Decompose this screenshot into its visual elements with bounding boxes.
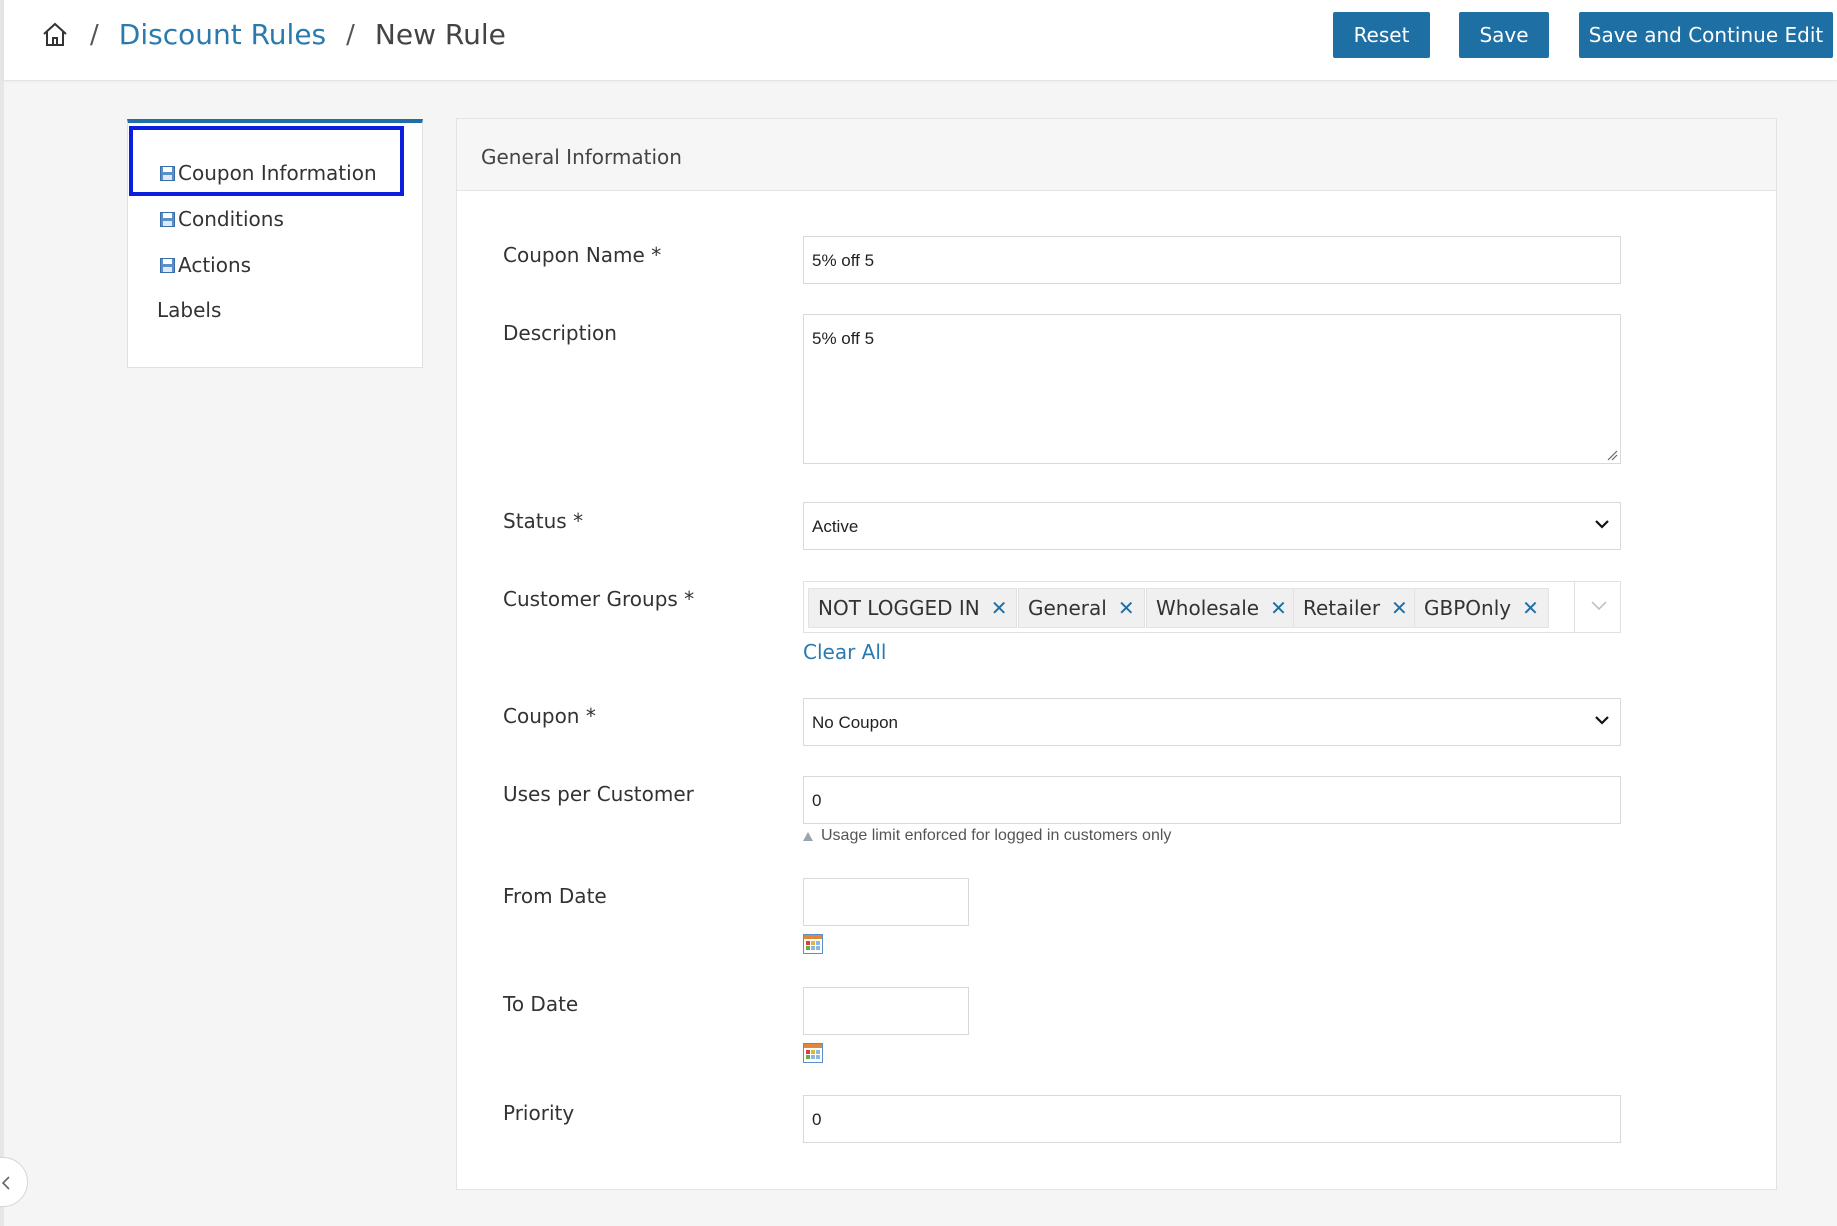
breadcrumb-discount-rules-link[interactable]: Discount Rules (119, 18, 326, 51)
resize-grip-icon[interactable] (1606, 449, 1618, 461)
customer-groups-label: Customer Groups * (503, 587, 695, 611)
remove-chip-icon[interactable]: ✕ (1270, 596, 1287, 620)
chip-gbponly: GBPOnly ✕ (1414, 588, 1549, 628)
uses-per-customer-input[interactable]: 0 (803, 776, 1621, 824)
chip-label: General (1028, 596, 1107, 620)
note-text: Usage limit enforced for logged in custo… (821, 827, 1172, 844)
coupon-name-value: 5% off 5 (812, 251, 875, 270)
tab-coupon-information[interactable]: Coupon Information (160, 161, 377, 185)
chevron-down-icon (1595, 520, 1609, 529)
priority-label: Priority (503, 1101, 575, 1125)
customer-groups-multiselect[interactable]: NOT LOGGED IN ✕ General ✕ Wholesale ✕ Re… (803, 581, 1621, 633)
chip-not-logged-in: NOT LOGGED IN ✕ (808, 588, 1018, 628)
tab-label: Actions (178, 253, 252, 277)
breadcrumb: / Discount Rules / New Rule (40, 18, 506, 51)
save-icon (160, 211, 175, 227)
priority-value: 0 (812, 1110, 822, 1129)
general-information-panel: General Information Coupon Name * 5% off… (456, 118, 1777, 1190)
status-select[interactable]: Active (803, 502, 1621, 550)
section-title: General Information (481, 145, 682, 169)
chevron-left-icon (1, 1176, 10, 1190)
from-date-label: From Date (503, 884, 607, 908)
tab-actions[interactable]: Actions (160, 253, 251, 277)
chevron-down-icon (1591, 601, 1607, 611)
home-icon[interactable] (40, 20, 70, 50)
chip-retailer: Retailer ✕ (1293, 588, 1418, 628)
uses-per-customer-note: Usage limit enforced for logged in custo… (803, 827, 1171, 845)
remove-chip-icon[interactable]: ✕ (1118, 596, 1135, 620)
status-label: Status * (503, 509, 584, 533)
to-date-label: To Date (503, 992, 579, 1016)
to-date-input[interactable] (803, 987, 969, 1035)
save-button[interactable]: Save (1459, 12, 1549, 58)
chip-label: GBPOnly (1424, 596, 1512, 620)
reset-button[interactable]: Reset (1333, 12, 1430, 58)
chip-label: Retailer (1303, 596, 1381, 620)
remove-chip-icon[interactable]: ✕ (991, 596, 1008, 620)
chevron-down-icon (1595, 716, 1609, 725)
tab-label: Labels (157, 298, 222, 322)
description-value: 5% off 5 (812, 329, 875, 348)
tab-labels[interactable]: Labels (157, 298, 221, 322)
description-textarea[interactable]: 5% off 5 (803, 314, 1621, 464)
clear-all-link[interactable]: Clear All (803, 640, 886, 664)
priority-input[interactable]: 0 (803, 1095, 1621, 1143)
chip-general: General ✕ (1018, 588, 1145, 628)
remove-chip-icon[interactable]: ✕ (1522, 596, 1539, 620)
status-value: Active (812, 517, 859, 536)
tab-label: Coupon Information (178, 161, 377, 185)
warning-triangle-icon (803, 831, 813, 841)
calendar-icon[interactable] (803, 1043, 823, 1063)
customer-groups-dropdown-toggle[interactable] (1574, 582, 1620, 632)
calendar-icon[interactable] (803, 934, 823, 954)
tab-label: Conditions (178, 207, 284, 231)
coupon-label: Coupon * (503, 704, 596, 728)
page-header: / Discount Rules / New Rule (4, 0, 1837, 81)
breadcrumb-current-page: New Rule (374, 18, 506, 51)
chip-label: NOT LOGGED IN (818, 596, 980, 620)
save-icon (160, 165, 175, 181)
save-and-continue-edit-button[interactable]: Save and Continue Edit (1579, 12, 1833, 58)
tab-conditions[interactable]: Conditions (160, 207, 284, 231)
uses-per-customer-label: Uses per Customer (503, 782, 694, 806)
remove-chip-icon[interactable]: ✕ (1391, 596, 1408, 620)
from-date-input[interactable] (803, 878, 969, 926)
chip-label: Wholesale (1156, 596, 1260, 620)
coupon-name-input[interactable]: 5% off 5 (803, 236, 1621, 284)
rule-tabs-panel: Coupon Information Conditions Actions La… (127, 119, 423, 368)
save-icon (160, 257, 175, 273)
description-label: Description (503, 321, 617, 345)
breadcrumb-separator: / (90, 19, 99, 50)
coupon-select[interactable]: No Coupon (803, 698, 1621, 746)
panel-header: General Information (457, 119, 1776, 191)
breadcrumb-separator: / (346, 19, 355, 50)
coupon-value: No Coupon (812, 713, 899, 732)
uses-per-customer-value: 0 (812, 791, 822, 810)
collapse-sidebar-button[interactable] (0, 1157, 28, 1207)
chip-wholesale: Wholesale ✕ (1146, 588, 1297, 628)
page-left-edge (0, 0, 4, 1226)
coupon-name-label: Coupon Name * (503, 243, 662, 267)
